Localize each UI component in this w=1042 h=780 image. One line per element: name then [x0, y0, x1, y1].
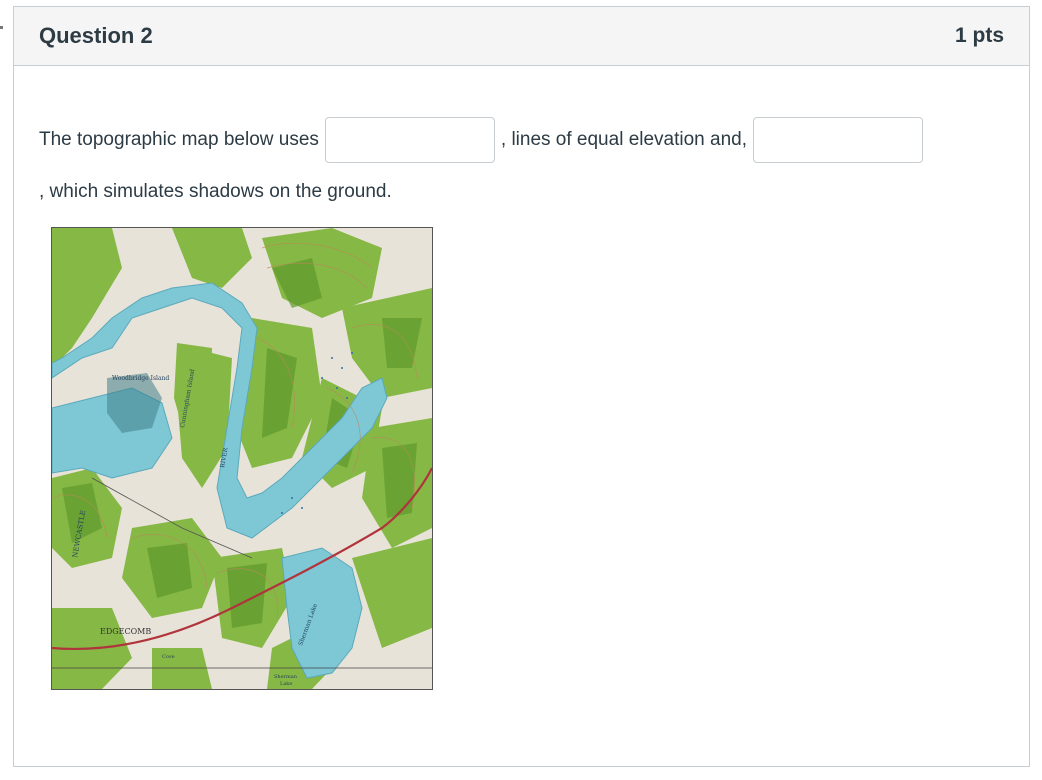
map-label-sherman: Sherman — [274, 674, 298, 680]
question-card: Question 2 1 pts The topographic map bel… — [13, 6, 1030, 767]
page-edge-mark — [0, 26, 3, 29]
prompt-text-2: , lines of equal elevation and, — [500, 129, 748, 150]
question-title: Question 2 — [39, 23, 153, 48]
map-label-woodbridge: Woodbridge Island — [112, 375, 169, 382]
prompt-line-2: , which simulates shadows on the ground. — [39, 181, 392, 202]
topographic-map-image: Woodbridge Island Cunningham Island RIVE… — [51, 227, 433, 690]
question-points: 1 pts — [954, 24, 1004, 47]
blank-input-1[interactable] — [324, 117, 495, 163]
prompt-text-1: The topographic map below uses — [39, 129, 319, 150]
blank-input-2[interactable] — [753, 117, 924, 163]
prompt-line-1: The topographic map below uses , lines o… — [39, 117, 929, 163]
map-label-cove: Cove — [162, 654, 175, 660]
map-label-lake: Lake — [280, 681, 292, 687]
question-header: Question 2 1 pts — [14, 7, 1029, 66]
map-label-edgecomb: EDGECOMB — [100, 627, 151, 636]
